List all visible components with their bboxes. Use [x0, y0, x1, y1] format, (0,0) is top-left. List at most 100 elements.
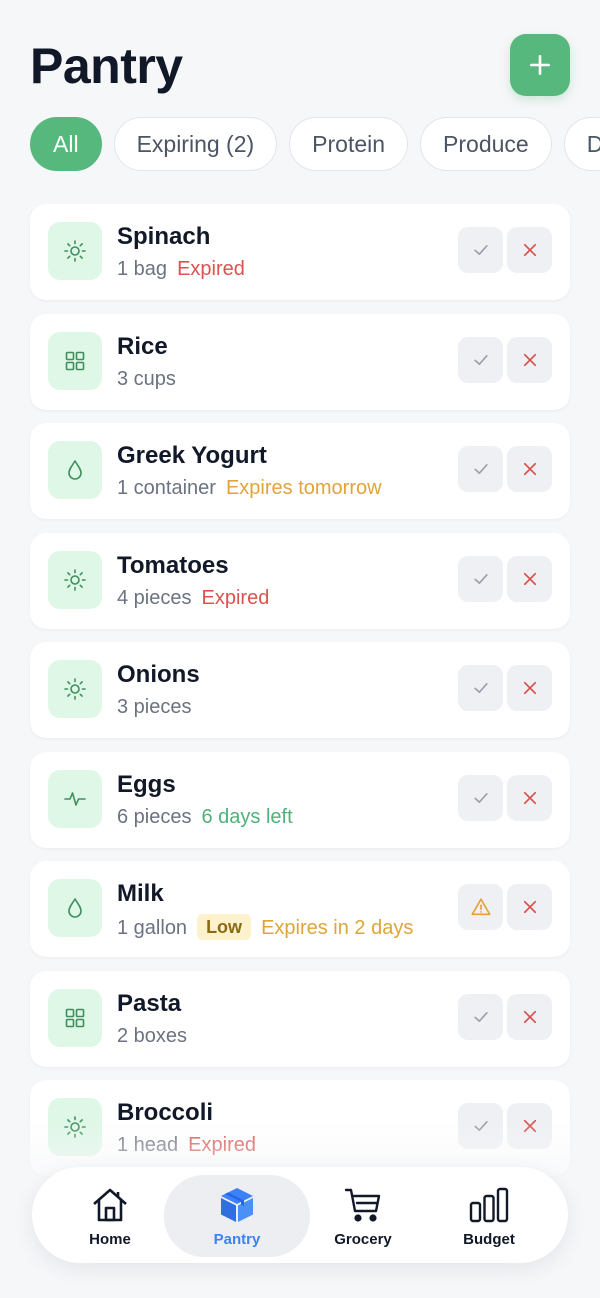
pantry-screen: Pantry All Expiring (2) Protein Produce D Sp… — [0, 0, 600, 1298]
add-item-button[interactable] — [510, 34, 570, 96]
pantry-item: Milk 1 gallon Low Expires in 2 days — [30, 861, 570, 957]
pantry-item: Tomatoes 4 pieces Expired — [30, 532, 570, 629]
nav-home[interactable]: Home — [37, 1175, 183, 1257]
item-name: Greek Yogurt — [117, 442, 267, 469]
close-icon — [521, 351, 539, 369]
close-icon — [521, 898, 539, 916]
pantry-item: Rice 3 cups — [30, 313, 570, 410]
item-quantity: 6 pieces — [117, 805, 192, 828]
remove-item-button[interactable] — [507, 774, 552, 821]
page-title: Pantry — [30, 38, 183, 94]
mark-used-button[interactable] — [458, 227, 503, 273]
item-name: Milk — [117, 880, 164, 907]
remove-item-button[interactable] — [507, 446, 552, 492]
mark-used-button[interactable] — [458, 774, 503, 821]
filter-chip[interactable]: Expiring (2) — [113, 117, 278, 171]
pantry-item: Greek Yogurt 1 container Expires tomorrow — [30, 423, 570, 519]
item-meta: 1 container Expires tomorrow — [117, 476, 382, 500]
check-icon — [471, 240, 491, 260]
check-icon — [471, 459, 491, 479]
mark-used-button[interactable] — [458, 555, 503, 602]
item-category — [48, 441, 102, 499]
item-meta: 4 pieces Expired — [117, 586, 269, 610]
cart-icon — [343, 1185, 383, 1230]
home-icon — [90, 1185, 130, 1230]
item-category — [48, 331, 102, 390]
plus-icon — [530, 55, 550, 75]
item-category — [48, 988, 102, 1047]
sun-icon — [63, 239, 87, 263]
mark-used-button[interactable] — [458, 336, 503, 383]
item-name: Spinach — [117, 223, 211, 250]
grid-icon — [63, 1006, 87, 1030]
header: Pantry — [30, 34, 570, 98]
filter-chip[interactable]: D — [563, 117, 600, 171]
low-stock-badge: Low — [197, 914, 252, 940]
nav-budget[interactable]: Budget — [416, 1175, 562, 1257]
mark-used-button[interactable] — [458, 665, 503, 711]
item-name: Pasta — [117, 989, 182, 1017]
expiry-status: Expired — [201, 586, 270, 609]
nav-grocery[interactable]: Grocery — [290, 1175, 436, 1257]
pantry-item: Spinach 1 bag Expired — [30, 204, 570, 300]
check-icon — [471, 678, 491, 698]
item-quantity: 1 gallon — [117, 917, 188, 939]
remove-item-button[interactable] — [507, 555, 552, 602]
filter-chip[interactable]: Produce — [420, 117, 552, 171]
nav-label: Home — [89, 1231, 131, 1248]
mark-used-button[interactable] — [458, 993, 503, 1040]
expiry-status: Expires tomorrow — [225, 477, 382, 499]
droplet-icon — [63, 896, 87, 920]
remove-item-button[interactable] — [507, 665, 552, 711]
item-category — [48, 769, 102, 828]
activity-icon — [63, 787, 87, 811]
nav-pantry[interactable]: Pantry — [164, 1175, 310, 1257]
warning-icon — [470, 896, 492, 918]
item-category — [48, 550, 102, 609]
close-icon — [521, 1008, 539, 1026]
filter-chip[interactable]: Protein — [289, 117, 409, 171]
mark-used-button[interactable] — [458, 446, 503, 492]
close-icon — [521, 460, 539, 478]
bottom-nav: Home Pantry Grocery Budget — [32, 1167, 568, 1263]
bar-chart-icon — [467, 1185, 511, 1230]
remove-item-button[interactable] — [507, 336, 552, 383]
low-stock-button[interactable] — [458, 884, 503, 930]
nav-label: Pantry — [213, 1231, 261, 1248]
item-meta: 6 pieces 6 days left — [117, 805, 293, 829]
item-category — [48, 222, 102, 280]
item-category — [48, 879, 102, 937]
item-meta: 1 bag Expired — [117, 257, 245, 281]
close-icon — [521, 789, 539, 807]
item-name: Onions — [117, 661, 200, 688]
nav-label: Budget — [463, 1231, 515, 1248]
check-icon — [471, 1007, 491, 1027]
item-quantity: 1 container — [117, 477, 216, 499]
close-icon — [521, 679, 539, 697]
item-quantity: 1 bag — [117, 258, 168, 280]
close-icon — [521, 570, 539, 588]
item-name: Rice — [117, 332, 168, 360]
check-icon — [471, 788, 491, 808]
sun-icon — [63, 568, 87, 592]
item-meta: 2 boxes — [117, 1024, 187, 1048]
remove-item-button[interactable] — [507, 884, 552, 930]
box-icon — [217, 1185, 257, 1230]
remove-item-button[interactable] — [507, 227, 552, 273]
pantry-item: Pasta 2 boxes — [30, 970, 570, 1067]
item-meta: 3 cups — [117, 367, 176, 391]
droplet-icon — [63, 458, 87, 482]
item-quantity: 4 pieces — [117, 586, 192, 609]
item-meta: 3 pieces — [117, 695, 192, 719]
expiry-status: Expired — [177, 258, 245, 280]
pantry-item: Onions 3 pieces — [30, 642, 570, 738]
item-quantity: 3 pieces — [117, 696, 192, 718]
item-name: Tomatoes — [117, 551, 229, 579]
expiry-status: 6 days left — [201, 805, 293, 828]
check-icon — [471, 350, 491, 370]
item-quantity: 2 boxes — [117, 1024, 188, 1047]
grid-icon — [63, 349, 87, 373]
filter-chip[interactable]: All — [30, 117, 102, 171]
item-meta: 1 gallon Low Expires in 2 days — [117, 914, 413, 940]
remove-item-button[interactable] — [507, 993, 552, 1040]
